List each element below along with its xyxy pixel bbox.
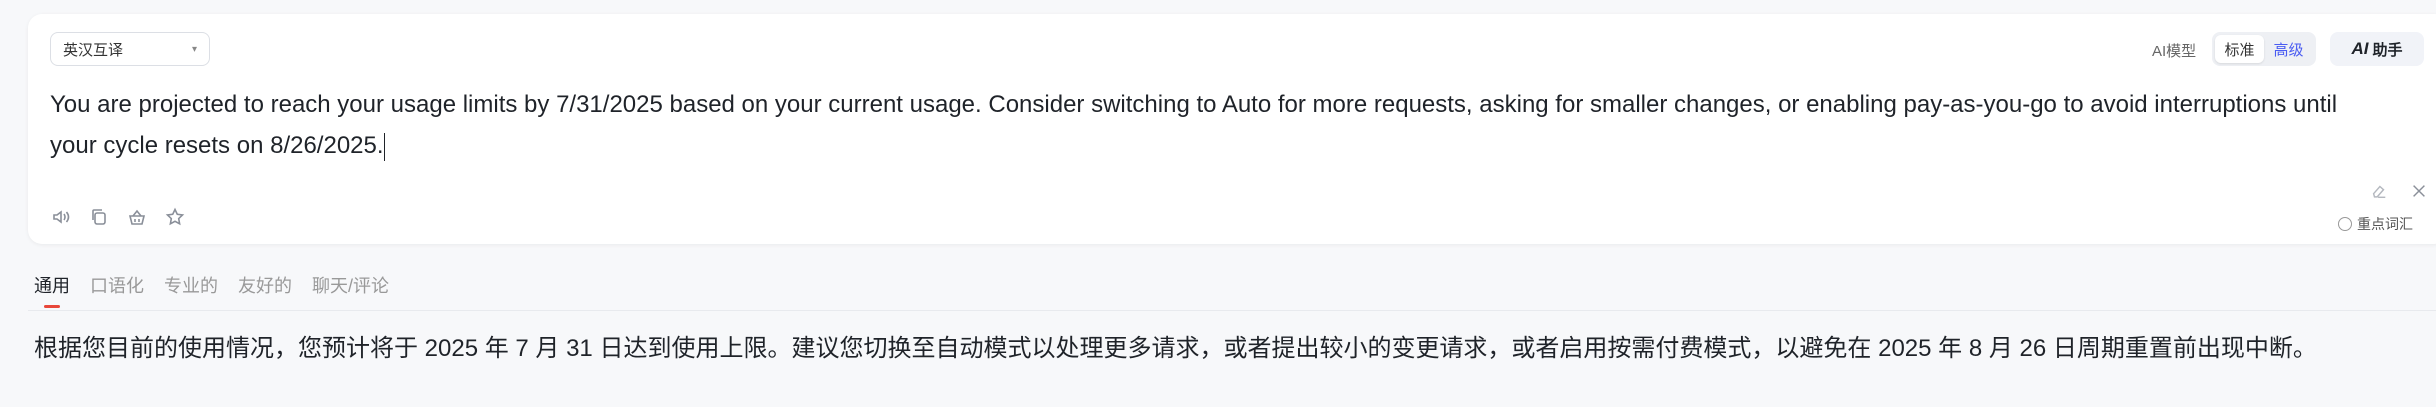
source-text: You are projected to reach your usage li…	[50, 91, 2338, 159]
model-label: AI模型	[2152, 43, 2197, 60]
speaker-icon[interactable]	[50, 206, 72, 228]
translation-result: 根据您目前的使用情况，您预计将于 2025 年 7 月 31 日达到使用上限。建…	[34, 335, 2317, 362]
model-toggle[interactable]: 标准 高级	[2212, 32, 2316, 66]
tab-general[interactable]: 通用	[34, 272, 70, 308]
source-tools	[50, 206, 186, 228]
tab-professional[interactable]: 专业的	[164, 272, 218, 308]
star-icon[interactable]	[164, 206, 186, 228]
input-actions	[2368, 180, 2436, 202]
tab-chat-comment[interactable]: 聊天/评论	[312, 272, 389, 308]
language-mode-select[interactable]: 英汉互译 ▾	[50, 32, 210, 66]
style-tabs: 通用 口语化 专业的 友好的 聊天/评论	[34, 272, 389, 308]
tabs-divider	[28, 310, 2436, 311]
ai-assistant-button[interactable]: AI 助手	[2330, 32, 2424, 66]
close-icon[interactable]	[2408, 180, 2430, 202]
keyword-label: 重点词汇	[2357, 216, 2413, 232]
translation-input-card: 英汉互译 ▾ AI模型 标准 高级 AI 助手 You are projecte…	[28, 14, 2436, 244]
model-option-standard[interactable]: 标准	[2215, 35, 2264, 63]
text-cursor	[383, 132, 385, 161]
tab-colloquial[interactable]: 口语化	[90, 272, 144, 308]
keyword-radio[interactable]	[2338, 217, 2352, 231]
assistant-label: 助手	[2372, 41, 2403, 59]
copy-icon[interactable]	[88, 206, 110, 228]
basket-icon[interactable]	[126, 206, 148, 228]
ai-logo-icon: AI	[2351, 39, 2369, 58]
chevron-down-icon: ▾	[191, 43, 197, 55]
model-option-advanced[interactable]: 高级	[2264, 35, 2313, 63]
language-mode-label: 英汉互译	[63, 41, 124, 59]
source-text-input[interactable]: You are projected to reach your usage li…	[50, 84, 2380, 166]
keyword-toggle[interactable]: 重点词汇	[2338, 214, 2413, 234]
eraser-icon[interactable]	[2368, 180, 2390, 202]
tab-friendly[interactable]: 友好的	[238, 272, 292, 308]
